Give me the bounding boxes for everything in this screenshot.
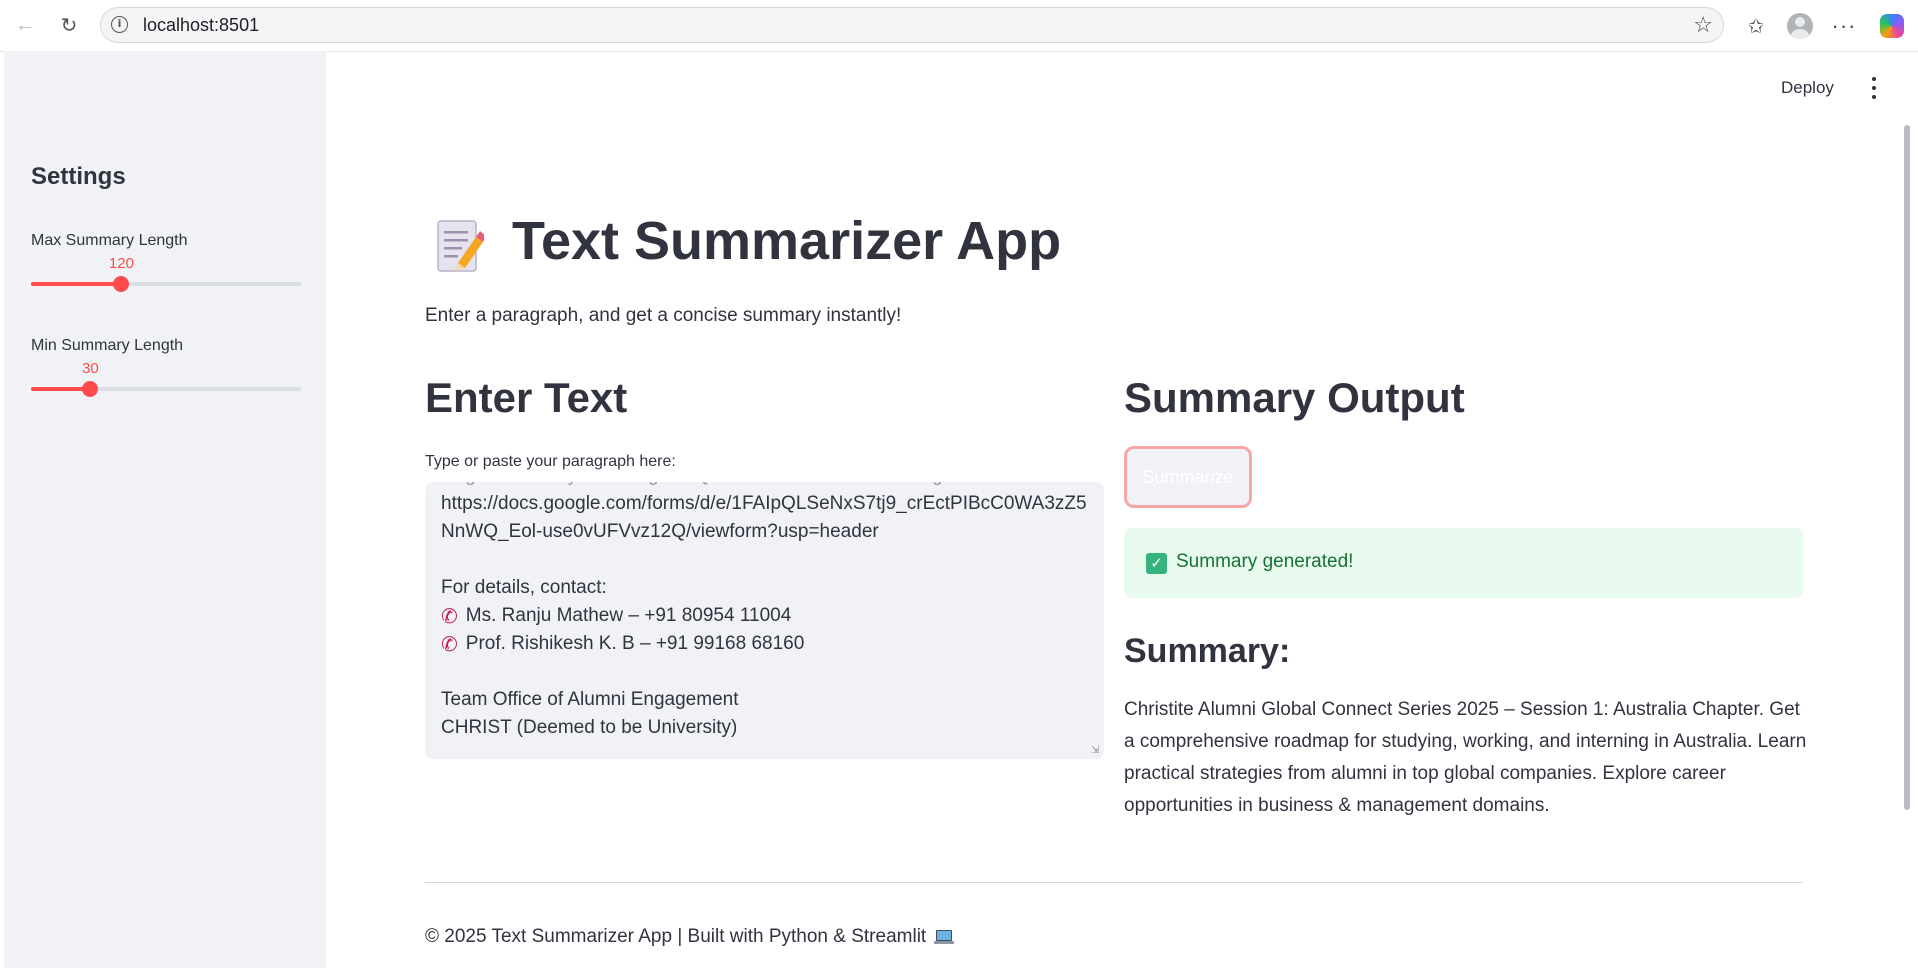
slider-label: Min Summary Length <box>31 337 184 354</box>
slider-thumb[interactable] <box>113 276 130 292</box>
slider-value: 30 <box>82 360 99 377</box>
footer-text: © 2025 Text Summarizer App | Built with … <box>425 926 927 947</box>
contact-line: ✆ Prof. Rishikesh K. B – +91 99168 68160 <box>441 630 1091 658</box>
slider-thumb[interactable] <box>82 381 99 397</box>
max-summary-length-slider[interactable]: Max Summary Length 120 <box>31 232 301 292</box>
summary-text: Christite Alumni Global Connect Series 2… <box>1124 699 1807 816</box>
paragraph-textarea[interactable]: Register now by scanning the QR code or … <box>425 482 1104 759</box>
textarea-line: Team Office of Alumni Engagement <box>441 689 739 710</box>
sidebar-title: Settings <box>31 163 126 190</box>
memo-icon <box>437 220 484 272</box>
profile-avatar-icon[interactable] <box>1784 10 1816 42</box>
summarize-button[interactable]: Summarize <box>1124 446 1252 508</box>
footer: © 2025 Text Summarizer App | Built with … <box>425 926 955 948</box>
reload-icon[interactable]: ↻ <box>54 10 84 40</box>
favorites-icon[interactable]: ✩ <box>1740 10 1772 42</box>
textarea-line <box>441 658 1091 686</box>
info-icon[interactable]: i <box>111 16 128 33</box>
laptop-icon <box>934 929 955 945</box>
back-arrow-icon[interactable]: ← <box>10 10 40 40</box>
phone-icon: ✆ <box>441 632 458 656</box>
copilot-icon[interactable] <box>1876 10 1908 42</box>
textarea-content[interactable]: Register now by scanning the QR code or … <box>441 482 1091 742</box>
slider-track[interactable]: 120 <box>31 255 301 292</box>
textarea-label: Type or paste your paragraph here: <box>425 453 676 470</box>
summarize-button-label: Summarize <box>1142 466 1234 487</box>
url-text[interactable]: localhost:8501 <box>143 15 259 36</box>
contact-line: ✆ Ms. Ranju Mathew – +91 80954 11004 <box>441 602 1091 630</box>
check-mark-icon: ✓ <box>1146 553 1167 574</box>
textarea-line: For details, contact: <box>441 577 607 598</box>
textarea-line: NnWQ_Eol-use0vUFVvz12Q/viewform?usp=head… <box>441 521 879 542</box>
contact-text: Ms. Ranju Mathew – +91 80954 11004 <box>465 605 792 626</box>
divider <box>425 882 1803 883</box>
summary-output-heading: Summary Output <box>1124 374 1465 421</box>
slider-label: Max Summary Length <box>31 232 188 249</box>
slider-track[interactable]: 30 <box>31 360 301 397</box>
min-summary-length-slider[interactable]: Min Summary Length 30 <box>31 337 301 397</box>
success-message: Summary generated! <box>1176 551 1354 572</box>
slider-value: 120 <box>108 255 134 272</box>
phone-icon: ✆ <box>441 604 458 628</box>
textarea-line: Register now by scanning the QR code or … <box>441 482 1091 490</box>
more-options-icon[interactable]: ··· <box>1828 10 1860 42</box>
textarea-line: https://docs.google.com/forms/d/e/1FAIpQ… <box>441 493 1087 514</box>
page-title: Text Summarizer App <box>512 211 1062 271</box>
resize-handle-icon[interactable]: ⇲ <box>1091 746 1101 756</box>
summary-heading: Summary: <box>1124 632 1291 670</box>
slider-fill <box>31 282 122 286</box>
success-alert: ✓ Summary generated! <box>1124 528 1803 598</box>
address-bar[interactable]: i localhost:8501 ☆ <box>100 7 1724 43</box>
scrollbar[interactable] <box>1904 125 1910 810</box>
textarea-line <box>441 546 1091 574</box>
textarea-line: CHRIST (Deemed to be University) <box>441 717 738 738</box>
main-menu-icon[interactable] <box>1868 77 1880 99</box>
browser-toolbar: ← ↻ i localhost:8501 ☆ ✩ ··· <box>0 0 1918 52</box>
sidebar: Settings Max Summary Length 120 Min Summ… <box>4 51 326 968</box>
enter-text-heading: Enter Text <box>425 374 628 421</box>
star-icon[interactable]: ☆ <box>1693 12 1713 38</box>
deploy-button[interactable]: Deploy <box>1781 78 1834 98</box>
contact-text: Prof. Rishikesh K. B – +91 99168 68160 <box>465 633 805 654</box>
page-subtitle: Enter a paragraph, and get a concise sum… <box>425 305 902 326</box>
